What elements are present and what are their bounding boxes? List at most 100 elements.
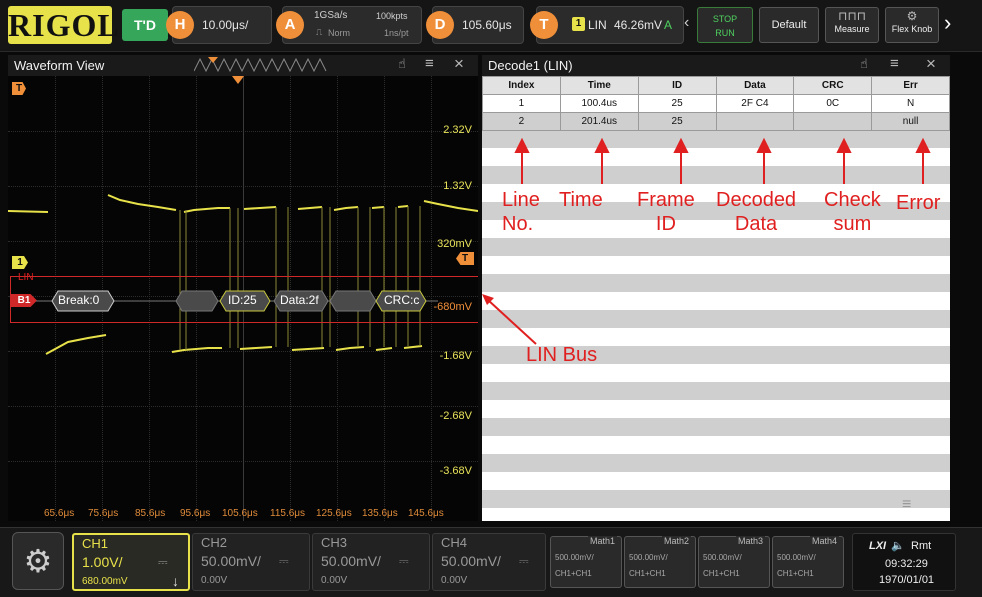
waveform-title-bar: Waveform View ☝ ≡ × bbox=[8, 54, 478, 76]
dc-coupling-icon: ⎓ bbox=[519, 554, 529, 568]
chevron-left-icon[interactable]: ‹ bbox=[684, 14, 689, 32]
time-label: 85.6μs bbox=[135, 508, 166, 519]
ch3-panel[interactable]: CH3 50.00mV/ 0.00V ⎓ bbox=[312, 533, 430, 591]
decode-event-table-panel[interactable]: Index Time ID Data CRC Err 1 100.4us 25 … bbox=[482, 76, 950, 521]
acquire-mode: Norm bbox=[328, 28, 350, 38]
trigger-status-label[interactable]: T'D bbox=[122, 9, 168, 41]
menu-icon[interactable]: ≡ bbox=[425, 55, 434, 72]
ch1-name: CH1 bbox=[82, 536, 109, 551]
ch2-offset: 0.00V bbox=[201, 575, 228, 586]
math4-expr: CH1+CH1 bbox=[777, 569, 814, 578]
bus-segment-id: ID:25 bbox=[228, 293, 257, 307]
system-status-panel[interactable]: LXI 🔈 Rmt 09:32:29 1970/01/01 bbox=[852, 533, 956, 591]
measure-label: Measure bbox=[834, 24, 870, 34]
sample-interval: 1ns/pt bbox=[384, 28, 409, 38]
flex-knob-button[interactable]: ⚙ Flex Knob bbox=[885, 7, 939, 43]
touch-icon[interactable]: ☝ bbox=[398, 56, 406, 72]
math2-panel[interactable]: Math2 500.00mV/ CH1+CH1 bbox=[624, 536, 696, 588]
trigger-icon: T bbox=[530, 11, 558, 39]
trigger-level: 46.26mV bbox=[614, 18, 663, 32]
annotation-id: ID bbox=[655, 213, 676, 235]
ch4-scale: 50.00mV/ bbox=[441, 553, 501, 569]
math3-name: Math3 bbox=[735, 536, 765, 546]
annotation-frame: Frame bbox=[637, 189, 695, 211]
close-icon[interactable]: × bbox=[926, 54, 936, 74]
memory-depth: 100kpts bbox=[376, 11, 408, 21]
touch-icon[interactable]: ☝ bbox=[860, 56, 868, 72]
time-label: 115.6μs bbox=[270, 508, 306, 519]
trigger-source-badge: 1 bbox=[572, 17, 585, 31]
home-gear-icon[interactable]: ⚙ bbox=[12, 532, 64, 590]
annotation-line-no: Line No. bbox=[502, 188, 540, 236]
time-label: 75.6μs bbox=[88, 508, 119, 519]
volt-label: 2.32V bbox=[443, 124, 472, 136]
trigger-position-marker[interactable] bbox=[232, 76, 244, 84]
horizontal-icon: H bbox=[166, 11, 194, 39]
delay-value: 105.60μs bbox=[462, 18, 512, 32]
delay-icon: D bbox=[426, 11, 454, 39]
math1-panel[interactable]: Math1 500.00mV/ CH1+CH1 bbox=[550, 536, 622, 588]
clock-date: 1970/01/01 bbox=[879, 574, 935, 586]
ch2-name: CH2 bbox=[201, 535, 228, 550]
clock-time: 09:32:29 bbox=[885, 558, 928, 570]
dc-coupling-icon: ⎓ bbox=[279, 554, 289, 568]
time-label: 65.6μs bbox=[44, 508, 75, 519]
math3-expr: CH1+CH1 bbox=[703, 569, 740, 578]
math3-panel[interactable]: Math3 500.00mV/ CH1+CH1 bbox=[698, 536, 770, 588]
ch1-panel[interactable]: CH1 1.00V/ 680.00mV ⎓ ↓ bbox=[72, 533, 190, 591]
annotation-lin-bus: LIN Bus bbox=[526, 344, 598, 366]
math2-scale: 500.00mV/ bbox=[629, 553, 668, 562]
menu-icon[interactable]: ≡ bbox=[890, 55, 899, 72]
annotation-decoded: Decoded bbox=[716, 189, 797, 211]
waveform-overview-icon[interactable] bbox=[194, 57, 330, 73]
ch4-offset: 0.00V bbox=[441, 575, 468, 586]
measure-button[interactable]: ⊓⊓⊓ Measure bbox=[825, 7, 879, 43]
ch4-panel[interactable]: CH4 50.00mV/ 0.00V ⎓ bbox=[432, 533, 546, 591]
time-label: 135.6μs bbox=[362, 508, 398, 519]
annotation-arrows bbox=[514, 137, 931, 184]
math4-scale: 500.00mV/ bbox=[777, 553, 816, 562]
annotation-checksum: Check sum bbox=[824, 188, 881, 236]
math3-scale: 500.00mV/ bbox=[703, 553, 742, 562]
annotation-sum: sum bbox=[833, 213, 872, 235]
ch1-offset: 680.00mV bbox=[82, 576, 128, 587]
annotation-time: Time bbox=[559, 189, 603, 211]
ch4-name: CH4 bbox=[441, 535, 468, 550]
math4-panel[interactable]: Math4 500.00mV/ CH1+CH1 bbox=[772, 536, 844, 588]
waveform-display[interactable]: T 1 T 2.32V 1.32V 320mV -680mV -1.68V -2… bbox=[8, 76, 478, 521]
arrow-down-icon: ↓ bbox=[172, 573, 179, 589]
annotation-frame-id: Frame ID bbox=[637, 188, 695, 236]
close-icon[interactable]: × bbox=[454, 54, 464, 74]
speaker-icon: 🔈 bbox=[891, 540, 905, 552]
default-button[interactable]: Default bbox=[759, 7, 819, 43]
ch2-panel[interactable]: CH2 50.00mV/ 0.00V ⎓ bbox=[192, 533, 310, 591]
dc-coupling-icon: ⎓ bbox=[158, 555, 168, 569]
remote-label: Rmt bbox=[911, 540, 932, 552]
chevron-right-icon[interactable]: › bbox=[944, 10, 951, 36]
dc-coupling-icon: ⎓ bbox=[399, 554, 409, 568]
acquire-mode-icon: ⎍ bbox=[316, 27, 323, 37]
decode-title-bar: Decode1 (LIN) ☝ ≡ × bbox=[482, 54, 950, 76]
ch2-scale: 50.00mV/ bbox=[201, 553, 261, 569]
ch3-name: CH3 bbox=[321, 535, 348, 550]
run-label: RUN bbox=[715, 28, 735, 38]
ch3-offset: 0.00V bbox=[321, 575, 348, 586]
ruler-icon: ⊓⊓⊓ bbox=[837, 9, 867, 23]
time-label: 105.6μs bbox=[222, 508, 258, 519]
time-label: 125.6μs bbox=[316, 508, 352, 519]
volt-label: 320mV bbox=[437, 238, 472, 250]
table-menu-icon[interactable]: ≡ bbox=[902, 496, 911, 514]
time-label: 95.6μs bbox=[180, 508, 211, 519]
flex-knob-label: Flex Knob bbox=[891, 24, 933, 34]
bus-segment-break: Break:0 bbox=[58, 293, 100, 307]
waveform-title: Waveform View bbox=[14, 58, 105, 73]
stop-label: STOP bbox=[712, 14, 738, 24]
lxi-label: LXI bbox=[869, 540, 887, 552]
math1-scale: 500.00mV/ bbox=[555, 553, 594, 562]
stop-run-button[interactable]: STOP RUN bbox=[697, 7, 753, 43]
annotation-check: Check bbox=[824, 189, 881, 211]
annotation-no: No. bbox=[502, 213, 534, 235]
ch1-scale: 1.00V/ bbox=[82, 554, 123, 570]
volt-label: 1.32V bbox=[443, 180, 472, 192]
math2-name: Math2 bbox=[661, 536, 691, 546]
